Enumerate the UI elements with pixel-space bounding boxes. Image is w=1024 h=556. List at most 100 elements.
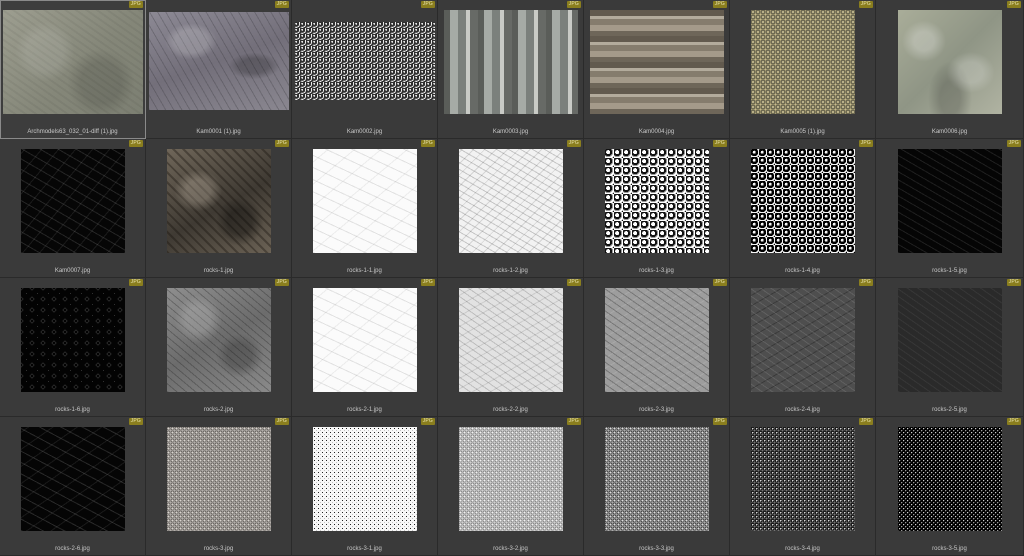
texture-preview xyxy=(166,149,271,253)
file-name-label: rocks-2-3.jpg xyxy=(639,407,674,413)
file-name-label: Kam0006.jpg xyxy=(931,129,968,135)
file-type-badge: JPG xyxy=(566,140,581,147)
file-name-label: rocks-1-1.jpg xyxy=(347,268,382,274)
file-thumbnail[interactable]: JPG Kam0007.jpg xyxy=(0,139,146,278)
texture-preview xyxy=(750,427,855,531)
file-thumbnail[interactable]: JPG rocks-2-1.jpg xyxy=(292,278,438,417)
file-thumbnail[interactable]: JPG rocks-3-2.jpg xyxy=(438,417,584,556)
texture-preview xyxy=(750,149,855,253)
texture-preview xyxy=(897,10,1002,114)
file-thumbnail[interactable]: JPG rocks-2-3.jpg xyxy=(584,278,730,417)
file-type-badge: JPG xyxy=(566,418,581,425)
file-name-label: rocks-2-4.jpg xyxy=(785,407,820,413)
file-type-badge: JPG xyxy=(1006,279,1021,286)
file-type-badge: JPG xyxy=(566,1,581,8)
file-type-badge: JPG xyxy=(274,1,289,8)
thumbnail-grid: JPG Archmodels63_032_01-diff (1).jpg JPG Ka… xyxy=(0,0,1024,556)
file-thumbnail[interactable]: JPG Kam0005 (1).jpg xyxy=(730,0,876,139)
file-name-label: Kam0001 (1).jpg xyxy=(196,129,241,135)
file-type-badge: JPG xyxy=(420,140,435,147)
file-thumbnail[interactable]: JPG rocks-3-5.jpg xyxy=(876,417,1024,556)
file-type-badge: JPG xyxy=(712,418,727,425)
texture-preview xyxy=(20,288,125,392)
file-thumbnail[interactable]: JPG rocks-2.jpg xyxy=(146,278,292,417)
file-thumbnail[interactable]: JPG Archmodels63_032_01-diff (1).jpg xyxy=(0,0,146,139)
file-thumbnail[interactable]: JPG Kam0003.jpg xyxy=(438,0,584,139)
file-thumbnail[interactable]: JPG rocks-1-1.jpg xyxy=(292,139,438,278)
file-thumbnail[interactable]: JPG rocks-3-4.jpg xyxy=(730,417,876,556)
texture-preview xyxy=(589,10,724,114)
file-type-badge: JPG xyxy=(1006,140,1021,147)
file-name-label: rocks-1-6.jpg xyxy=(55,407,90,413)
texture-preview xyxy=(20,149,125,253)
texture-preview xyxy=(443,10,578,114)
file-type-badge: JPG xyxy=(128,1,143,8)
file-name-label: Kam0003.jpg xyxy=(492,129,529,135)
file-type-badge: JPG xyxy=(420,418,435,425)
file-thumbnail[interactable]: JPG rocks-2-6.jpg xyxy=(0,417,146,556)
file-thumbnail[interactable]: JPG rocks-1-5.jpg xyxy=(876,139,1024,278)
texture-preview xyxy=(312,427,417,531)
file-type-badge: JPG xyxy=(566,279,581,286)
file-thumbnail[interactable]: JPG rocks-1-6.jpg xyxy=(0,278,146,417)
file-thumbnail[interactable]: JPG rocks-1-2.jpg xyxy=(438,139,584,278)
file-type-badge: JPG xyxy=(1006,418,1021,425)
file-thumbnail[interactable]: JPG Kam0004.jpg xyxy=(584,0,730,139)
texture-preview xyxy=(294,22,435,100)
file-thumbnail[interactable]: JPG rocks-2-4.jpg xyxy=(730,278,876,417)
texture-preview xyxy=(604,427,709,531)
file-type-badge: JPG xyxy=(858,1,873,8)
file-thumbnail[interactable]: JPG rocks-2-2.jpg xyxy=(438,278,584,417)
texture-preview xyxy=(458,149,563,253)
file-thumbnail[interactable]: JPG rocks-3-3.jpg xyxy=(584,417,730,556)
file-name-label: rocks-1.jpg xyxy=(203,268,234,274)
file-type-badge: JPG xyxy=(128,140,143,147)
file-name-label: rocks-2-5.jpg xyxy=(932,407,967,413)
texture-preview xyxy=(166,427,271,531)
file-type-badge: JPG xyxy=(274,279,289,286)
file-type-badge: JPG xyxy=(712,1,727,8)
file-thumbnail[interactable]: JPG rocks-3.jpg xyxy=(146,417,292,556)
texture-preview xyxy=(458,288,563,392)
texture-preview xyxy=(897,149,1002,253)
texture-preview xyxy=(20,427,125,531)
file-thumbnail[interactable]: JPG rocks-2-5.jpg xyxy=(876,278,1024,417)
texture-preview xyxy=(750,10,855,114)
file-thumbnail[interactable]: JPG rocks-3-1.jpg xyxy=(292,417,438,556)
file-type-badge: JPG xyxy=(128,279,143,286)
texture-preview xyxy=(604,149,709,253)
texture-preview xyxy=(166,288,271,392)
file-type-badge: JPG xyxy=(420,1,435,8)
file-name-label: rocks-3.jpg xyxy=(203,546,234,552)
file-type-badge: JPG xyxy=(1006,1,1021,8)
file-name-label: rocks-1-5.jpg xyxy=(932,268,967,274)
file-name-label: rocks-1-3.jpg xyxy=(639,268,674,274)
file-thumbnail[interactable]: JPG Kam0002.jpg xyxy=(292,0,438,139)
texture-preview xyxy=(148,12,289,110)
texture-preview xyxy=(458,427,563,531)
texture-preview xyxy=(2,10,143,114)
file-name-label: rocks-2-1.jpg xyxy=(347,407,382,413)
file-type-badge: JPG xyxy=(274,418,289,425)
file-thumbnail[interactable]: JPG Kam0006.jpg xyxy=(876,0,1024,139)
file-name-label: rocks-3-1.jpg xyxy=(347,546,382,552)
file-thumbnail[interactable]: JPG rocks-1-3.jpg xyxy=(584,139,730,278)
texture-preview xyxy=(604,288,709,392)
file-name-label: rocks-1-2.jpg xyxy=(493,268,528,274)
file-thumbnail[interactable]: JPG rocks-1-4.jpg xyxy=(730,139,876,278)
file-type-badge: JPG xyxy=(274,140,289,147)
file-name-label: Archmodels63_032_01-diff (1).jpg xyxy=(27,129,118,135)
file-name-label: rocks-3-4.jpg xyxy=(785,546,820,552)
file-type-badge: JPG xyxy=(858,279,873,286)
file-name-label: rocks-2-2.jpg xyxy=(493,407,528,413)
file-name-label: Kam0004.jpg xyxy=(638,129,675,135)
file-name-label: rocks-1-4.jpg xyxy=(785,268,820,274)
file-thumbnail[interactable]: JPG rocks-1.jpg xyxy=(146,139,292,278)
file-name-label: rocks-2-6.jpg xyxy=(55,546,90,552)
file-name-label: Kam0002.jpg xyxy=(346,129,383,135)
file-name-label: Kam0007.jpg xyxy=(54,268,91,274)
file-type-badge: JPG xyxy=(712,140,727,147)
file-type-badge: JPG xyxy=(858,140,873,147)
texture-preview xyxy=(750,288,855,392)
file-thumbnail[interactable]: JPG Kam0001 (1).jpg xyxy=(146,0,292,139)
